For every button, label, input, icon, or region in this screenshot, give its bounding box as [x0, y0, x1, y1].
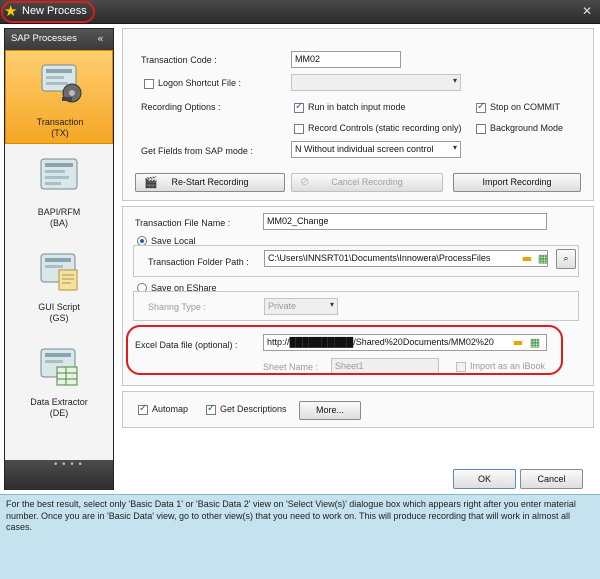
- stop-commit-label: Stop on COMMIT: [490, 102, 561, 112]
- import-recording-button[interactable]: Import Recording: [453, 173, 581, 192]
- get-fields-dropdown[interactable]: N Without individual screen control ▾: [291, 141, 461, 158]
- info-text: For the best result, select only 'Basic …: [6, 499, 576, 532]
- background-mode-checkbox[interactable]: [476, 124, 486, 134]
- sidebar-item-label: BAPI/RFM: [37, 207, 81, 217]
- data-extractor-icon: [40, 348, 78, 386]
- chevron-down-icon: ▾: [452, 143, 457, 152]
- transaction-code-label: Transaction Code :: [141, 55, 217, 65]
- sap-processes-panel: SAP Processes « Transaction (TX) BAPI/RF…: [4, 28, 114, 490]
- folder-path-input[interactable]: C:\Users\INNSRT01\Documents\Innowera\Pro…: [264, 250, 548, 267]
- sidebar-item-transaction[interactable]: Transaction (TX): [5, 50, 113, 144]
- automap-checkbox[interactable]: [138, 403, 148, 415]
- sidebar-item-sub: (TX): [51, 128, 69, 138]
- magnifier-icon: ⌕: [563, 253, 569, 263]
- sidebar-item-label: GUI Script: [38, 302, 80, 312]
- automap-label: Automap: [152, 404, 189, 414]
- run-batch-label: Run in batch input mode: [308, 102, 406, 112]
- restart-recording-label: Re-Start Recording: [171, 177, 249, 187]
- bapi-icon: [40, 158, 78, 190]
- info-bar: For the best result, select only 'Basic …: [0, 494, 600, 579]
- clapperboard-icon: 🎬: [144, 177, 158, 189]
- chevron-down-icon: ▾: [329, 300, 334, 309]
- grip-icon[interactable]: • • • •: [53, 460, 83, 470]
- logon-shortcut-label: Logon Shortcut File :: [158, 78, 242, 88]
- gui-script-icon: [40, 253, 78, 291]
- excel-highlight-annotation: [126, 325, 563, 375]
- browse-button[interactable]: ⌕: [556, 249, 576, 269]
- sidebar-item-bapi[interactable]: BAPI/RFM (BA): [5, 145, 113, 239]
- sap-processes-title: SAP Processes: [11, 33, 77, 44]
- recording-group: Transaction Code : MM02 Logon Shortcut F…: [122, 28, 594, 201]
- sharing-type-dropdown[interactable]: Private ▾: [264, 298, 338, 315]
- logon-shortcut-checkbox[interactable]: [144, 79, 154, 89]
- sidebar-item-sub: (GS): [49, 313, 69, 323]
- sidebar-footer: • • • •: [5, 460, 113, 490]
- sharepoint-icon[interactable]: ▦: [536, 252, 550, 266]
- get-descriptions-label: Get Descriptions: [220, 404, 287, 414]
- sidebar-item-label: Transaction: [36, 117, 84, 127]
- stop-commit-checkbox[interactable]: [476, 101, 486, 113]
- run-batch-checkbox[interactable]: [294, 101, 304, 113]
- restart-recording-button[interactable]: 🎬 Re-Start Recording: [135, 173, 285, 192]
- sap-processes-header: SAP Processes «: [5, 29, 113, 49]
- collapse-icon[interactable]: «: [97, 32, 104, 45]
- transaction-file-label: Transaction File Name :: [135, 218, 231, 228]
- record-controls-checkbox[interactable]: [294, 124, 304, 134]
- cancel-button[interactable]: Cancel: [520, 469, 583, 489]
- folder-path-value: C:\Users\INNSRT01\Documents\Innowera\Pro…: [268, 253, 491, 263]
- process-list: Transaction (TX) BAPI/RFM (BA) GUI Scrip…: [5, 50, 113, 460]
- logon-shortcut-dropdown[interactable]: ▾: [291, 74, 461, 91]
- get-descriptions-checkbox[interactable]: [206, 403, 216, 415]
- sidebar-item-label: Data Extractor: [30, 397, 88, 407]
- cancel-icon: ⊘: [300, 176, 310, 188]
- more-button[interactable]: More...: [299, 401, 361, 420]
- sidebar-item-sub: (BA): [50, 218, 68, 228]
- sharing-type-value: Private: [268, 301, 297, 311]
- transaction-file-input[interactable]: MM02_Change: [263, 213, 547, 230]
- sidebar-item-gui-script[interactable]: GUI Script (GS): [5, 240, 113, 334]
- options-group: Automap Get Descriptions More...: [122, 391, 594, 428]
- ok-button[interactable]: OK: [453, 469, 516, 489]
- folder-path-label: Transaction Folder Path :: [148, 257, 249, 267]
- get-fields-label: Get Fields from SAP mode :: [141, 146, 253, 156]
- close-icon[interactable]: ✕: [580, 4, 594, 18]
- sidebar-item-sub: (DE): [49, 408, 69, 418]
- eshare-frame: Sharing Type : Private ▾: [133, 291, 579, 321]
- transaction-icon: [41, 64, 82, 103]
- title-highlight-annotation: [1, 1, 95, 23]
- record-controls-label: Record Controls (static recording only): [308, 123, 462, 133]
- transaction-code-input[interactable]: MM02: [291, 51, 401, 68]
- cancel-recording-button[interactable]: ⊘ Cancel Recording: [291, 173, 443, 192]
- sidebar-item-data-extractor[interactable]: Data Extractor (DE): [5, 335, 113, 429]
- folder-icon[interactable]: ▬: [520, 252, 534, 266]
- save-local-frame: Transaction Folder Path : C:\Users\INNSR…: [133, 245, 579, 277]
- recording-options-label: Recording Options :: [141, 102, 221, 112]
- cancel-recording-label: Cancel Recording: [331, 177, 403, 187]
- chevron-down-icon: ▾: [452, 76, 457, 85]
- background-mode-label: Background Mode: [490, 123, 564, 133]
- title-bar: ★ New Process ✕: [0, 0, 600, 24]
- get-fields-value: N Without individual screen control: [295, 144, 434, 154]
- sharing-type-label: Sharing Type :: [148, 302, 206, 312]
